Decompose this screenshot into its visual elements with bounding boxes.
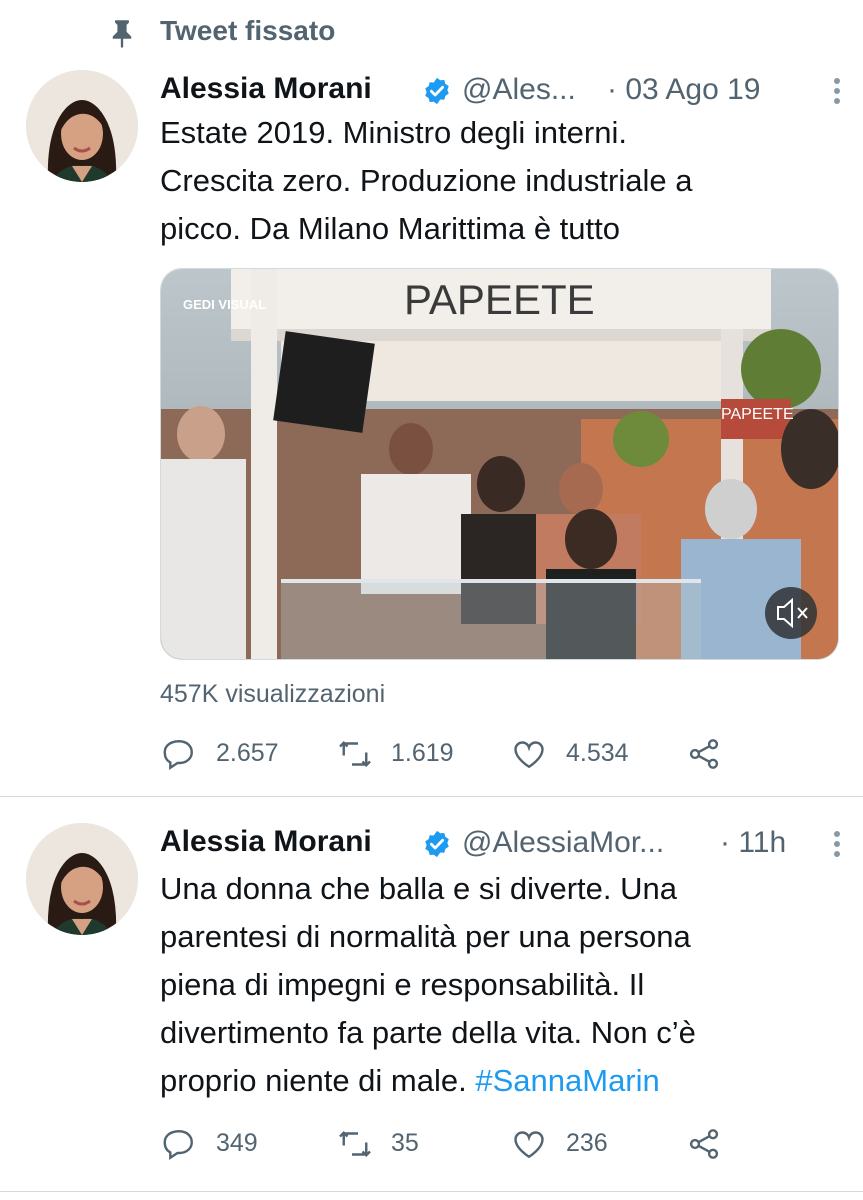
tweet-text-line: Estate 2019. Ministro degli interni. <box>160 115 627 150</box>
verified-badge-icon <box>425 830 449 858</box>
hashtag-link[interactable]: #SannaMarin <box>475 1063 659 1098</box>
author-handle[interactable]: @Ales... <box>462 73 576 107</box>
avatar[interactable] <box>26 823 138 935</box>
author-name[interactable]: Alessia Morani <box>160 72 372 106</box>
tweet-timestamp[interactable]: · 03 Ago 19 <box>607 73 760 107</box>
video-sign-text: PAPEETE <box>404 276 595 323</box>
like-count: 4.534 <box>566 739 629 767</box>
video-sign-small: PAPEETE <box>721 406 794 423</box>
reply-count: 2.657 <box>216 739 279 767</box>
reply-count: 349 <box>216 1129 258 1157</box>
pinned-tweet-indicator: Tweet fissato <box>0 0 863 64</box>
share-icon <box>689 739 719 769</box>
tweet-actions: 2.657 1.619 4.534 <box>160 734 760 774</box>
tweet-text-line: picco. Da Milano Marittima è tutto <box>160 211 621 246</box>
tweet-text-line: piena di impegni e responsabilità. Il <box>160 967 645 1002</box>
tweet-divider <box>0 1191 863 1192</box>
tweet-header: Alessia Morani @Ales... · 03 Ago 19 <box>160 68 843 112</box>
video-watermark: GEDI VISUAL <box>183 297 266 312</box>
tweet-header: Alessia Morani @AlessiaMor... · 11h <box>160 821 843 865</box>
reply-icon <box>163 1130 193 1161</box>
tweet-text-line: divertimento fa parte della vita. Non c’… <box>160 1015 696 1050</box>
tweet-text-fragment: proprio niente di male. <box>160 1063 467 1098</box>
pin-icon <box>112 20 132 48</box>
heart-icon <box>514 741 544 769</box>
tweet-text-line: Una donna che balla e si diverte. Una <box>160 871 677 906</box>
share-icon <box>689 1129 719 1159</box>
tweet[interactable]: Alessia Morani @Ales... · 03 Ago 19 Esta… <box>0 64 863 796</box>
more-options-icon[interactable] <box>831 829 843 859</box>
tweet-text: Una donna che balla e si diverte. Una pa… <box>160 865 840 1105</box>
tweet-actions: 349 35 236 <box>160 1124 760 1164</box>
verified-badge-icon <box>425 77 449 105</box>
more-options-icon[interactable] <box>831 76 843 106</box>
retweet-count: 1.619 <box>391 739 454 767</box>
tweet-text-line: Crescita zero. Produzione industriale a <box>160 163 693 198</box>
view-count: 457K visualizzazioni <box>160 680 386 708</box>
heart-icon <box>514 1131 544 1159</box>
tweet-text-line: proprio niente di male. #SannaMarin <box>160 1057 840 1105</box>
retweet-icon <box>339 1131 371 1157</box>
author-handle[interactable]: @AlessiaMor... <box>462 826 664 860</box>
author-name[interactable]: Alessia Morani <box>160 825 372 859</box>
retweet-icon <box>339 741 371 767</box>
tweet-timestamp[interactable]: · 11h <box>720 826 786 860</box>
pinned-label: Tweet fissato <box>160 15 336 46</box>
tweet-text: Estate 2019. Ministro degli interni. Cre… <box>160 109 840 253</box>
tweet-text-line: parentesi di normalità per una persona <box>160 919 691 954</box>
reply-icon <box>163 740 193 771</box>
tweet[interactable]: Alessia Morani @AlessiaMor... · 11h Una … <box>0 797 863 1200</box>
retweet-count: 35 <box>391 1129 419 1157</box>
avatar[interactable] <box>26 70 138 182</box>
video-player[interactable]: PAPEETE PAPEETE GEDI VISUAL <box>160 268 839 660</box>
like-count: 236 <box>566 1129 608 1157</box>
